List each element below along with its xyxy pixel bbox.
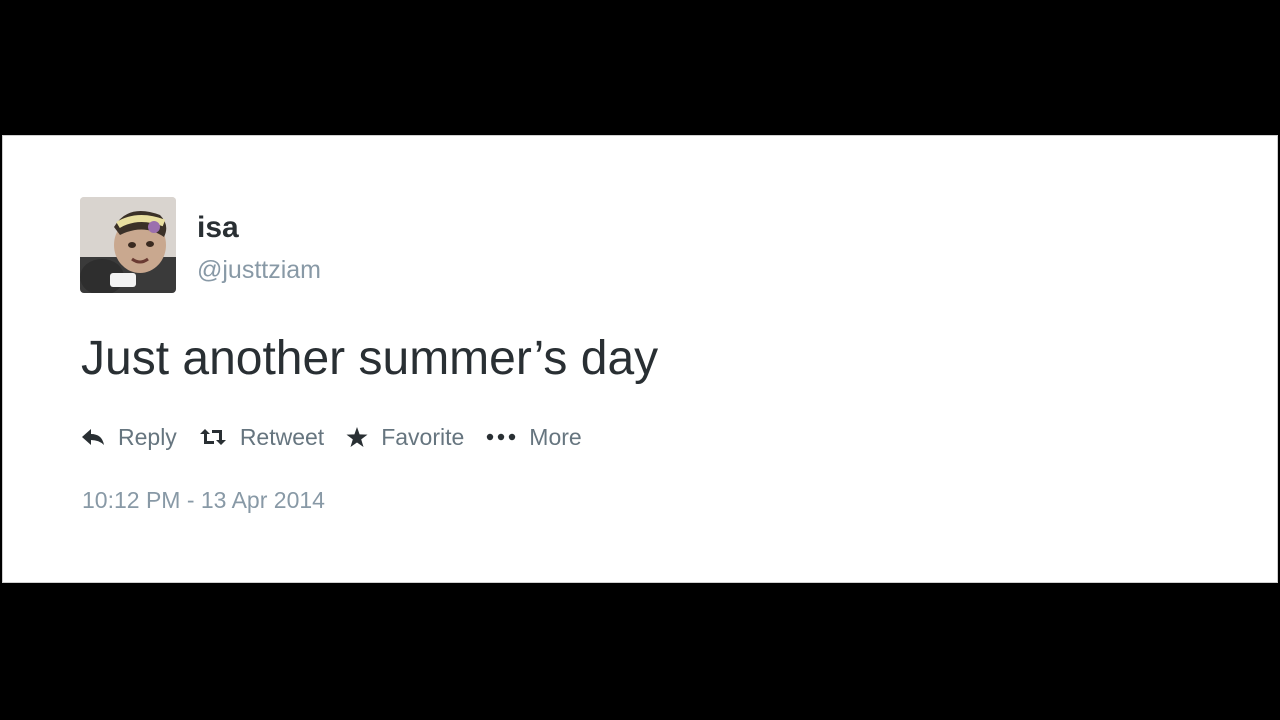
retweet-icon: [199, 428, 227, 446]
reply-arrow-icon: [81, 428, 105, 446]
reply-button[interactable]: Reply: [81, 424, 177, 451]
tweet-actions: Reply Retweet Favorite More: [81, 422, 604, 452]
favorite-label: Favorite: [381, 423, 465, 450]
display-name[interactable]: isa: [197, 210, 239, 246]
ellipsis-icon: [486, 433, 516, 441]
tweet-timestamp[interactable]: 10:12 PM - 13 Apr 2014: [82, 485, 325, 515]
favorite-button[interactable]: Favorite: [346, 424, 464, 451]
reply-label: Reply: [118, 423, 177, 450]
more-label: More: [529, 423, 582, 450]
avatar[interactable]: [80, 197, 176, 293]
star-icon: [346, 426, 368, 448]
tweet-card: isa @justtziam Just another summer’s day…: [2, 135, 1278, 583]
more-button[interactable]: More: [486, 423, 582, 451]
user-handle[interactable]: @justtziam: [197, 255, 321, 285]
retweet-button[interactable]: Retweet: [199, 424, 324, 451]
tweet-text: Just another summer’s day: [81, 332, 659, 385]
avatar-photo: [80, 197, 176, 293]
retweet-label: Retweet: [239, 423, 325, 450]
